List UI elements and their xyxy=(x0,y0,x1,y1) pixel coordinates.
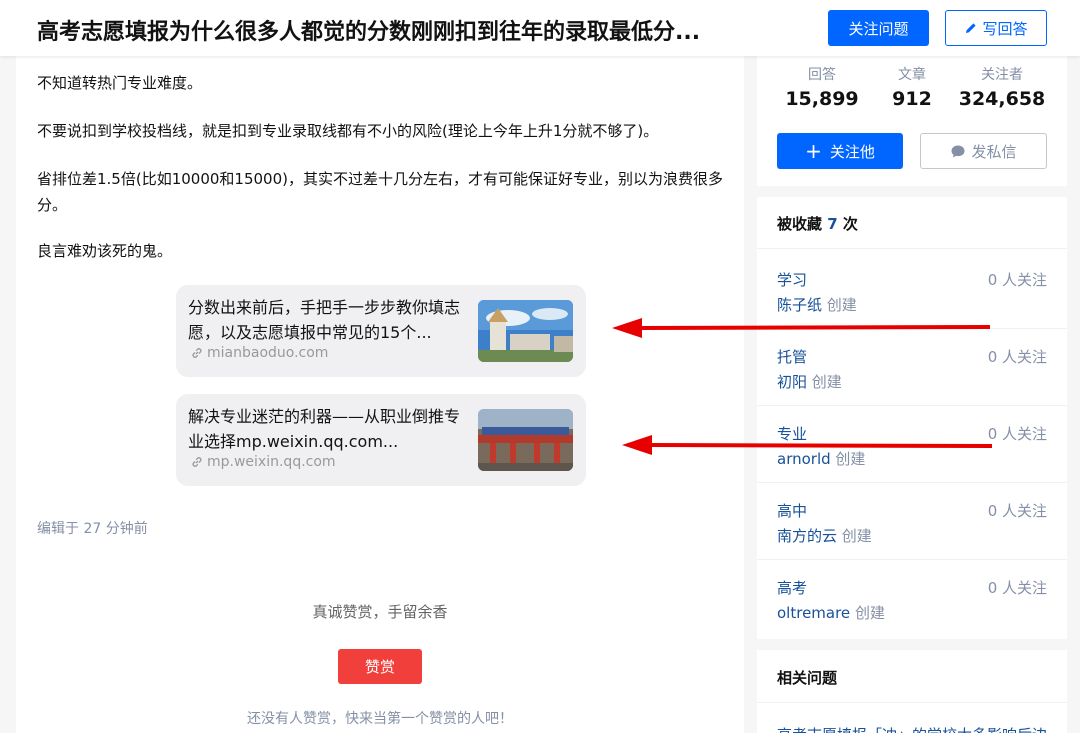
link-icon xyxy=(192,457,202,467)
divider xyxy=(757,482,1067,483)
follow-user-label: 关注他 xyxy=(829,142,875,161)
stat-value: 324,658 xyxy=(958,88,1046,110)
link-card-url-text: mp.weixin.qq.com xyxy=(207,454,336,470)
divider xyxy=(757,702,1067,703)
creator-suffix: 创建 xyxy=(835,450,866,468)
reward-empty-text: 还没有人赞赏，快来当第一个赞赏的人吧！ xyxy=(247,711,513,727)
reward-prompt: 真诚赞赏，手留余香 xyxy=(312,603,448,621)
answer-paragraph: 省排位差1.5倍(比如10000和15000)，其实不过差十几分左右，才有可能保… xyxy=(37,170,723,214)
plus-icon: + xyxy=(805,139,822,163)
link-card-weixin[interactable]: 解决专业迷茫的利器——从职业倒推专业选择mp.weixin.qq.com... … xyxy=(176,394,586,486)
edited-timestamp: 编辑于 27 分钟前 xyxy=(37,521,148,537)
collection-item[interactable]: 学习 陈子纸 创建 0 人关注 xyxy=(777,269,1047,325)
collections-title-prefix: 被收藏 xyxy=(777,215,823,233)
collection-item[interactable]: 高中 南方的云 创建 0 人关注 xyxy=(777,500,1047,556)
link-card-title: 解决专业迷茫的利器——从职业倒推专业选择mp.weixin.qq.com... xyxy=(188,407,461,451)
related-heading: 相关问题 xyxy=(777,669,838,687)
stat-label: 关注者 xyxy=(981,67,1023,83)
link-card-url: mp.weixin.qq.com xyxy=(190,454,336,470)
answer-paragraph: 不要说扣到学校投档线，就是扣到专业录取线都有不小的风险(理论上今年上升1分就不够… xyxy=(37,122,659,140)
collections-heading: 被收藏 7 次 xyxy=(777,213,858,234)
link-card-title: 分数出来前后，手把手一步步教你填志愿，以及志愿填报中常见的15个... xyxy=(188,298,461,342)
collections-title-suffix: 次 xyxy=(842,215,858,233)
collection-creator: 南方的云 创建 xyxy=(777,525,872,546)
creator-suffix: 创建 xyxy=(854,604,885,622)
creator-name[interactable]: 南方的云 xyxy=(777,527,837,545)
send-message-button[interactable]: 发私信 xyxy=(920,133,1047,169)
creator-name[interactable]: arnorld xyxy=(777,450,831,468)
stat-value: 15,899 xyxy=(785,88,859,110)
divider xyxy=(757,559,1067,560)
question-title[interactable]: 高考志愿填报为什么很多人都觉的分数刚刚扣到往年的录取最低分... xyxy=(37,14,700,46)
collection-creator: oltremare 创建 xyxy=(777,602,885,623)
collections-card: 被收藏 7 次 学习 陈子纸 创建 0 人关注 托管 初阳 创建 0 人关注 专… xyxy=(757,197,1067,639)
related-questions-card: 相关问题 高考志愿填报「冲」的学校太多影响后边 xyxy=(757,650,1067,733)
collection-name[interactable]: 托管 xyxy=(777,346,807,367)
collection-followers: 0 人关注 xyxy=(987,425,1047,443)
author-stats-card: 回答 15,899 文章 912 关注者 324,658 + 关注他 发私信 xyxy=(757,56,1067,186)
collection-item[interactable]: 专业 arnorld 创建 0 人关注 xyxy=(777,423,1047,479)
creator-suffix: 创建 xyxy=(811,373,842,391)
collection-followers: 0 人关注 xyxy=(987,502,1047,520)
collection-followers: 0 人关注 xyxy=(987,579,1047,597)
divider xyxy=(757,248,1067,249)
collection-name[interactable]: 专业 xyxy=(777,423,807,444)
answer-paragraph: 不知道转热门专业难度。 xyxy=(37,74,203,92)
stat-label: 回答 xyxy=(808,67,836,83)
collection-followers: 0 人关注 xyxy=(987,271,1047,289)
creator-suffix: 创建 xyxy=(841,527,872,545)
collection-item[interactable]: 托管 初阳 创建 0 人关注 xyxy=(777,346,1047,402)
collections-count: 7 xyxy=(827,215,838,233)
collection-name[interactable]: 高中 xyxy=(777,500,807,521)
follow-question-button[interactable]: 关注问题 xyxy=(828,10,929,46)
followers-stat[interactable]: 关注者 324,658 xyxy=(952,64,1052,110)
stat-label: 文章 xyxy=(898,67,926,83)
collection-name[interactable]: 高考 xyxy=(777,577,807,598)
link-icon xyxy=(192,348,202,358)
chat-bubble-icon xyxy=(951,145,965,157)
collection-item[interactable]: 高考 oltremare 创建 0 人关注 xyxy=(777,577,1047,633)
link-card-url: mianbaoduo.com xyxy=(190,345,328,361)
creator-suffix: 创建 xyxy=(826,296,857,314)
reward-button[interactable]: 赞赏 xyxy=(338,649,422,684)
collection-name[interactable]: 学习 xyxy=(777,269,807,290)
articles-stat[interactable]: 文章 912 xyxy=(877,64,947,110)
collection-creator: 陈子纸 创建 xyxy=(777,294,857,315)
related-question-link[interactable]: 高考志愿填报「冲」的学校太多影响后边 xyxy=(777,724,1047,733)
link-card-mianbaoduo[interactable]: 分数出来前后，手把手一步步教你填志愿，以及志愿填报中常见的15个... mian… xyxy=(176,285,586,377)
stat-value: 912 xyxy=(892,88,932,110)
collection-followers: 0 人关注 xyxy=(987,348,1047,366)
write-answer-button[interactable]: 写回答 xyxy=(945,10,1047,46)
send-message-label: 发私信 xyxy=(971,142,1017,161)
answer-content: 不知道转热门专业难度。 不要说扣到学校投档线，就是扣到专业录取线都有不小的风险(… xyxy=(16,56,744,733)
question-header: 高考志愿填报为什么很多人都觉的分数刚刚扣到往年的录取最低分... 关注问题 写回… xyxy=(0,0,1080,56)
creator-name[interactable]: 初阳 xyxy=(777,373,807,391)
answers-stat[interactable]: 回答 15,899 xyxy=(782,64,862,110)
divider xyxy=(757,405,1067,406)
link-card-thumbnail xyxy=(478,300,573,362)
write-answer-label: 写回答 xyxy=(982,19,1028,38)
link-card-url-text: mianbaoduo.com xyxy=(207,345,329,361)
follow-user-button[interactable]: + 关注他 xyxy=(777,133,903,169)
collection-creator: 初阳 创建 xyxy=(777,371,842,392)
creator-name[interactable]: 陈子纸 xyxy=(777,296,822,314)
divider xyxy=(757,328,1067,329)
link-card-thumbnail xyxy=(478,409,573,471)
answer-paragraph: 良言难劝该死的鬼。 xyxy=(37,242,173,260)
creator-name[interactable]: oltremare xyxy=(777,604,850,622)
collection-creator: arnorld 创建 xyxy=(777,448,865,469)
pencil-icon xyxy=(966,23,977,33)
